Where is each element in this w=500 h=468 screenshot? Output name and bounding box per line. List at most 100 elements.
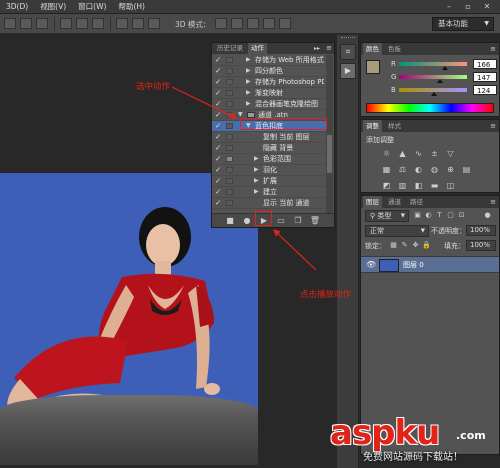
check-icon[interactable]: ✓	[215, 55, 221, 65]
dialog-toggle-icon[interactable]	[226, 90, 233, 96]
photo-filter-icon[interactable]: ◍	[429, 165, 440, 175]
tab-adjustments[interactable]: 调整	[363, 120, 382, 132]
layer-name[interactable]: 图层 0	[403, 260, 424, 270]
color-spectrum[interactable]	[366, 103, 494, 113]
green-knob[interactable]	[437, 79, 443, 83]
dialog-toggle-icon[interactable]	[226, 178, 233, 184]
action-row[interactable]: ✓ 复制 当前 图层	[212, 132, 326, 143]
dialog-toggle-icon[interactable]	[226, 200, 233, 206]
check-icon[interactable]: ✓	[215, 165, 221, 175]
tab-color[interactable]: 颜色	[363, 43, 382, 55]
shape-filter-icon[interactable]: ▢	[446, 211, 455, 220]
gradient-map-icon[interactable]: ▬	[429, 181, 440, 191]
smart-object-filter-icon[interactable]: ⊡	[457, 211, 466, 220]
black-white-icon[interactable]: ◐	[413, 165, 424, 175]
action-row[interactable]: ✓ ▶ 羽化	[212, 165, 326, 176]
dialog-toggle-icon[interactable]	[226, 145, 233, 151]
dialog-toggle-icon[interactable]	[226, 101, 233, 107]
action-row[interactable]: ✓ ▶ 渐变映射	[212, 88, 326, 99]
blue-slider[interactable]: B 124	[391, 85, 499, 97]
new-action-icon[interactable]: ❐	[292, 216, 304, 226]
action-row[interactable]: ✓ ▶ 四分颜色	[212, 66, 326, 77]
menu-3d[interactable]: 3D(D)	[6, 2, 28, 11]
tab-channels[interactable]: 通道	[385, 196, 404, 208]
tab-history[interactable]: 历史记录	[214, 43, 246, 54]
dialog-toggle-icon[interactable]	[226, 68, 233, 74]
threshold-icon[interactable]: ◧	[413, 181, 424, 191]
visibility-eye-icon[interactable]: 👁	[366, 260, 376, 269]
fill-field[interactable]: 100%	[466, 240, 496, 251]
dock-grip[interactable]	[341, 37, 355, 39]
lock-transparent-icon[interactable]: ▦	[389, 241, 398, 250]
stop-icon[interactable]: ■	[224, 216, 236, 226]
foreground-color-swatch[interactable]	[366, 60, 380, 74]
posterize-icon[interactable]: ▥	[397, 181, 408, 191]
curves-icon[interactable]: ∿	[413, 149, 424, 159]
collapsed-triangle-icon[interactable]: ▶	[246, 66, 251, 76]
check-icon[interactable]: ✓	[215, 187, 221, 197]
dialog-toggle-icon[interactable]	[226, 156, 233, 162]
scroll-thumb[interactable]	[327, 135, 332, 173]
history-panel-icon[interactable]: ⌗	[340, 44, 356, 60]
dialog-toggle-icon[interactable]	[226, 167, 233, 173]
action-row[interactable]: ✓ ▶ 存储为 Web 所用格式（自选）	[212, 55, 326, 66]
brightness-icon[interactable]: ☼	[381, 149, 392, 159]
levels-icon[interactable]: ▲	[397, 149, 408, 159]
3d-pan-icon[interactable]	[247, 18, 259, 29]
tab-swatches[interactable]: 色板	[385, 43, 404, 55]
record-icon[interactable]: ●	[241, 216, 253, 226]
auto-align-icon[interactable]	[148, 18, 160, 29]
channel-mixer-icon[interactable]: ⊕	[445, 165, 456, 175]
action-row[interactable]: ✓ ▶ 存储为 Photoshop PDF	[212, 77, 326, 88]
red-value-field[interactable]: 166	[473, 59, 497, 69]
hue-saturation-icon[interactable]: ▦	[381, 165, 392, 175]
align-left-icon[interactable]	[60, 18, 72, 29]
close-icon[interactable]: ✕	[480, 1, 494, 12]
action-row[interactable]: ✓ ▶ 建立	[212, 187, 326, 198]
align-right-icon[interactable]	[92, 18, 104, 29]
panel-menu-icon[interactable]: ≡	[490, 43, 496, 55]
dialog-toggle-icon[interactable]	[226, 123, 233, 129]
filter-toggle-icon[interactable]: ●	[483, 211, 492, 220]
tab-layers[interactable]: 图层	[363, 196, 382, 208]
lock-position-icon[interactable]: ✥	[411, 241, 420, 250]
collapsed-triangle-icon[interactable]: ▶	[246, 99, 251, 109]
action-row[interactable]: ✓ ▶ 扩展	[212, 176, 326, 187]
dialog-toggle-icon[interactable]	[226, 112, 233, 118]
check-icon[interactable]: ✓	[215, 132, 221, 142]
distribute-h-icon[interactable]	[132, 18, 144, 29]
adjustment-filter-icon[interactable]: ◐	[424, 211, 433, 220]
tab-paths[interactable]: 路径	[407, 196, 426, 208]
blue-knob[interactable]	[431, 92, 437, 96]
tab-styles[interactable]: 样式	[385, 120, 404, 132]
check-icon[interactable]: ✓	[215, 154, 221, 164]
tab-actions[interactable]: 动作	[248, 43, 267, 54]
collapsed-triangle-icon[interactable]: ▶	[254, 187, 259, 197]
check-icon[interactable]: ✓	[215, 110, 221, 120]
blue-value-field[interactable]: 124	[473, 85, 497, 95]
green-slider[interactable]: G 147	[391, 72, 499, 84]
restore-icon[interactable]: ▫	[461, 1, 475, 12]
collapsed-triangle-icon[interactable]: ▶	[254, 165, 259, 175]
panel-menu-icon[interactable]: ≡	[326, 43, 332, 54]
align-center-icon[interactable]	[76, 18, 88, 29]
collapsed-triangle-icon[interactable]: ▶	[254, 176, 259, 186]
action-row[interactable]: ✓ 隐藏 背景	[212, 143, 326, 154]
distribute-icon[interactable]	[116, 18, 128, 29]
delete-icon[interactable]: 🗑	[309, 216, 321, 226]
blend-mode-select[interactable]: 正常 ▼	[365, 225, 429, 237]
menu-help[interactable]: 帮助(H)	[118, 1, 145, 12]
check-icon[interactable]: ✓	[215, 121, 221, 131]
lock-all-icon[interactable]: 🔒	[422, 241, 431, 250]
actions-scrollbar[interactable]	[326, 55, 333, 213]
type-filter-icon[interactable]: T	[435, 211, 444, 220]
3d-rotate-icon[interactable]	[215, 18, 227, 29]
check-icon[interactable]: ✓	[215, 66, 221, 76]
3d-slide-icon[interactable]	[263, 18, 275, 29]
lock-pixels-icon[interactable]: ✎	[400, 241, 409, 250]
check-icon[interactable]: ✓	[215, 77, 221, 87]
align-middle-icon[interactable]	[20, 18, 32, 29]
align-bottom-icon[interactable]	[36, 18, 48, 29]
align-top-icon[interactable]	[4, 18, 16, 29]
exposure-icon[interactable]: ±	[429, 149, 440, 159]
